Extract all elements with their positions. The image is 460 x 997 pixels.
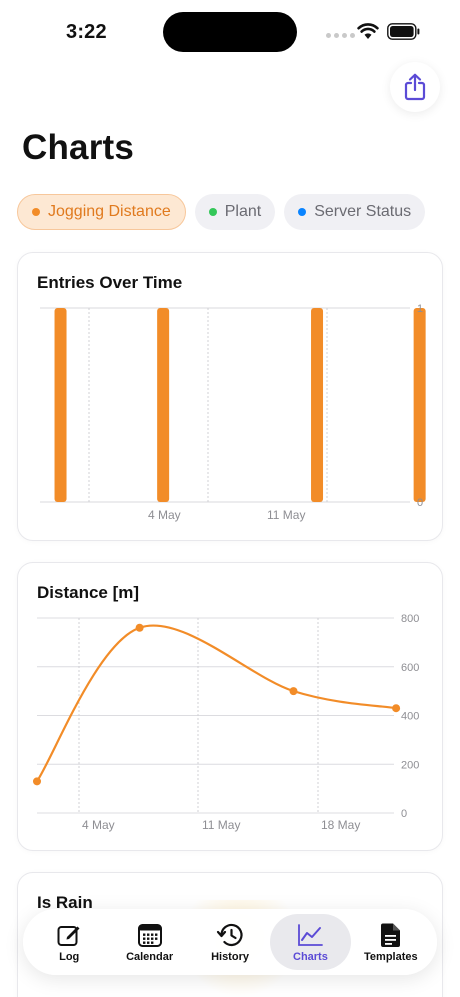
data-point xyxy=(289,687,298,696)
battery-icon xyxy=(387,23,420,40)
distance-chart: 0 200 400 600 800 4 May 11 May 18 May xyxy=(33,613,419,832)
share-button[interactable] xyxy=(390,62,440,112)
chip-dot xyxy=(208,208,217,216)
dynamic-island xyxy=(163,12,297,52)
chip-dot xyxy=(298,208,307,216)
entries-over-time-chart: 0 1 4 May 11 May xyxy=(40,303,426,522)
y-tick-label: 1 xyxy=(417,303,423,315)
data-point xyxy=(392,704,401,713)
x-tick-label: 4 May xyxy=(148,508,181,522)
tab-charts[interactable]: Charts xyxy=(270,914,351,970)
x-tick-label: 11 May xyxy=(202,818,240,832)
calendar-icon xyxy=(137,923,162,947)
bar xyxy=(157,308,170,502)
chip-dot xyxy=(32,208,40,216)
y-tick-label: 400 xyxy=(401,711,419,723)
chart-line-icon xyxy=(298,923,324,946)
chip-label: Jogging Distance xyxy=(48,203,171,220)
tab-label: Calendar xyxy=(126,950,174,963)
y-tick-label: 200 xyxy=(401,759,419,771)
tab-calendar[interactable]: Calendar xyxy=(109,914,189,970)
chip-server-status[interactable]: Server Status xyxy=(284,194,426,230)
y-tick-label: 800 xyxy=(401,613,419,625)
y-tick-label: 0 xyxy=(401,808,407,820)
tab-log[interactable]: Log xyxy=(29,914,109,970)
x-tick-label: 18 May xyxy=(321,818,360,832)
status-bar: 3:22 xyxy=(0,0,460,62)
y-tick-label: 0 xyxy=(417,497,423,509)
x-tick-label: 4 May xyxy=(82,818,115,832)
log-edit-icon xyxy=(57,925,80,946)
tab-label: History xyxy=(211,950,249,963)
y-tick-label: 600 xyxy=(401,662,419,674)
distance-chart-card: Distance [m] 0 200 400 600 800 4 May 11 May 18 … xyxy=(17,562,443,851)
chip-label: Plant xyxy=(224,203,262,220)
chip-plant[interactable]: Plant xyxy=(194,194,276,230)
status-time: 3:22 xyxy=(66,21,107,43)
data-point xyxy=(33,777,41,786)
wifi-icon xyxy=(357,23,379,39)
series-line xyxy=(35,624,398,783)
series-chips: Jogging Distance Plant Server Status xyxy=(17,194,426,230)
tab-bar: Log Calendar History Charts Templates xyxy=(23,909,437,975)
bar xyxy=(413,308,426,502)
share-icon xyxy=(404,73,426,101)
x-tick-label: 11 May xyxy=(267,508,305,522)
chip-label: Server Status xyxy=(314,203,412,220)
data-point xyxy=(135,623,144,632)
tab-history[interactable]: History xyxy=(190,914,270,970)
bar xyxy=(54,308,67,502)
tab-templates[interactable]: Templates xyxy=(351,914,431,970)
tab-label: Charts xyxy=(293,950,328,963)
entries-chart-card: Entries Over Time 014 May 11 May xyxy=(17,252,443,541)
page-title: Charts xyxy=(22,128,135,167)
tab-label: Log xyxy=(59,950,80,963)
bar xyxy=(311,308,324,502)
document-icon xyxy=(380,923,400,947)
history-icon xyxy=(216,923,243,946)
signal-icon xyxy=(326,33,355,38)
chip-jogging-distance[interactable]: Jogging Distance xyxy=(17,194,186,230)
tab-label: Templates xyxy=(364,950,418,963)
